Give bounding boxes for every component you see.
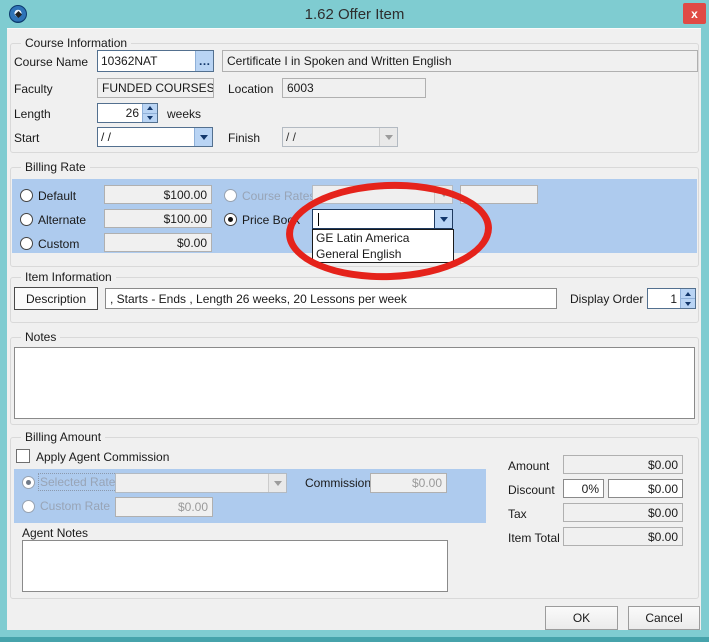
course-browse-button[interactable]: … — [195, 51, 213, 71]
agent-notes-textarea[interactable] — [22, 540, 448, 592]
agent-notes-label: Agent Notes — [22, 526, 88, 540]
finish-date-value: / / — [283, 128, 379, 146]
discount-percent-field[interactable]: 0% — [563, 479, 604, 498]
apply-agent-commission-checkbox[interactable] — [16, 449, 30, 463]
commission-label: Commission — [305, 476, 371, 490]
custom-rate-commission-field: $0.00 — [115, 497, 213, 517]
group-course-information-label: Course Information — [21, 36, 131, 50]
custom-rate-label: Custom — [38, 237, 79, 251]
location-label: Location — [228, 82, 273, 96]
location-field: 6003 — [282, 78, 426, 98]
alternate-rate-radio[interactable] — [20, 213, 33, 226]
ellipsis-icon: … — [199, 58, 211, 64]
length-spinner[interactable]: 26 — [97, 103, 158, 123]
dialog-title: 1.62 Offer Item — [0, 6, 709, 23]
discount-label: Discount — [508, 483, 555, 497]
group-notes-label: Notes — [21, 330, 60, 344]
finish-label: Finish — [228, 131, 260, 145]
custom-rate-field: $0.00 — [104, 233, 212, 252]
faculty-field: FUNDED COURSES — [97, 78, 214, 98]
item-total-label: Item Total — [508, 531, 560, 545]
course-name-field[interactable]: 10362NAT … — [97, 50, 214, 72]
commission-field: $0.00 — [370, 473, 447, 493]
selected-rate-label: Selected Rate — [40, 475, 115, 489]
item-total-field: $0.00 — [563, 527, 683, 546]
display-order-spinner[interactable]: 1 — [647, 288, 696, 309]
length-label: Length — [14, 107, 51, 121]
description-button[interactable]: Description — [14, 287, 98, 310]
default-rate-field: $100.00 — [104, 185, 212, 204]
finish-dropdown-icon — [379, 128, 397, 146]
discount-amount-field[interactable]: $0.00 — [608, 479, 683, 498]
price-book-radio[interactable] — [224, 213, 237, 226]
length-spin-up-icon[interactable] — [143, 104, 157, 113]
window-bottom-edge — [0, 637, 709, 642]
default-rate-radio[interactable] — [20, 189, 33, 202]
course-name-label: Course Name — [14, 55, 88, 69]
display-order-spin-up-icon[interactable] — [681, 289, 695, 298]
description-field[interactable]: , Starts - Ends , Length 26 weeks, 20 Le… — [105, 288, 557, 309]
course-description-field: Certificate I in Spoken and Written Engl… — [222, 50, 698, 72]
tax-label: Tax — [508, 507, 527, 521]
length-unit-label: weeks — [167, 107, 201, 121]
apply-agent-commission-label: Apply Agent Commission — [36, 450, 169, 464]
amount-label: Amount — [508, 459, 549, 473]
alternate-rate-label: Alternate — [38, 213, 86, 227]
finish-date-combo: / / — [282, 127, 398, 147]
length-value: 26 — [98, 104, 142, 122]
start-date-value: / / — [98, 128, 194, 146]
group-billing-amount-label: Billing Amount — [21, 430, 105, 444]
notes-textarea[interactable] — [14, 347, 695, 419]
group-item-information-label: Item Information — [21, 270, 116, 284]
dialog-body: Course Information Course Name 10362NAT … — [7, 28, 701, 630]
display-order-value: 1 — [648, 289, 680, 308]
dialog-window: 1.62 Offer Item x Course Information Cou… — [0, 0, 709, 642]
group-billing-rate-label: Billing Rate — [21, 160, 90, 174]
course-rates-radio — [224, 189, 237, 202]
selected-rate-combo — [115, 473, 287, 493]
custom-rate-commission-radio — [22, 500, 35, 513]
close-button[interactable]: x — [683, 3, 706, 24]
course-rates-label: Course Rates — [242, 189, 315, 203]
selected-rate-radio — [22, 476, 35, 489]
length-spin-down-icon[interactable] — [143, 113, 157, 123]
tax-field: $0.00 — [563, 503, 683, 522]
start-label: Start — [14, 131, 39, 145]
display-order-spin-down-icon[interactable] — [681, 298, 695, 308]
custom-rate-commission-label: Custom Rate — [40, 499, 110, 513]
display-order-label: Display Order — [570, 292, 643, 306]
faculty-label: Faculty — [14, 82, 53, 96]
start-dropdown-icon[interactable] — [194, 128, 212, 146]
selected-rate-dropdown-icon — [268, 474, 286, 492]
custom-rate-radio[interactable] — [20, 237, 33, 250]
course-name-value: 10362NAT — [98, 51, 195, 71]
close-icon: x — [691, 7, 698, 21]
amount-field: $0.00 — [563, 455, 683, 474]
alternate-rate-field: $100.00 — [104, 209, 212, 228]
start-date-combo[interactable]: / / — [97, 127, 213, 147]
cancel-button[interactable]: Cancel — [628, 606, 700, 630]
default-rate-label: Default — [38, 189, 76, 203]
ok-button[interactable]: OK — [545, 606, 618, 630]
